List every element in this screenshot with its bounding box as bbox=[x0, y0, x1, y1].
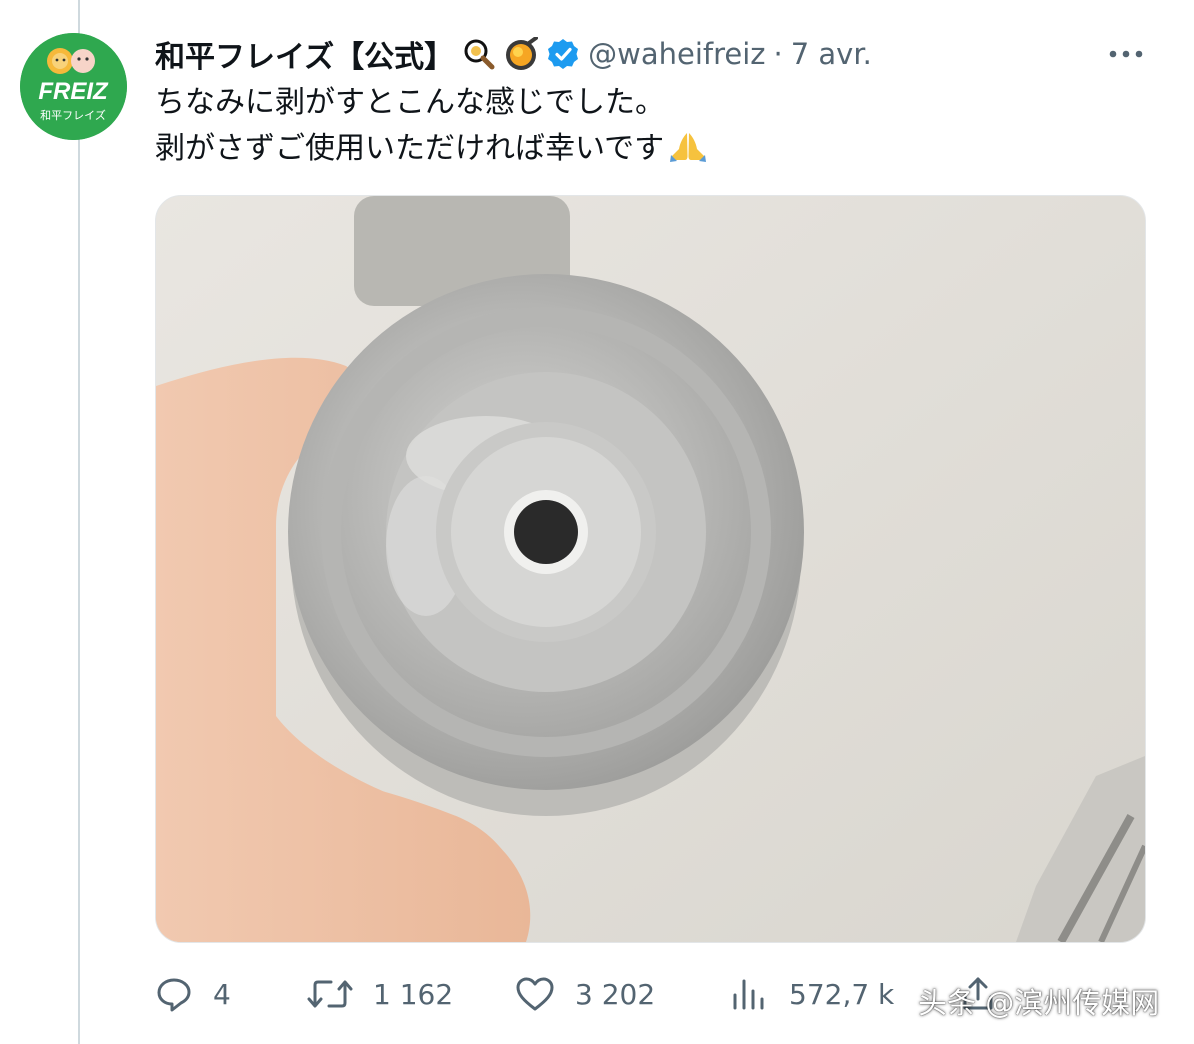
user-handle[interactable]: @waheifreiz bbox=[588, 37, 765, 71]
retweet-icon bbox=[307, 980, 353, 1008]
retweet-button[interactable]: 1 162 bbox=[307, 966, 453, 1022]
reply-count: 4 bbox=[213, 977, 231, 1011]
retweet-count: 1 162 bbox=[373, 977, 454, 1011]
avatar-sub-text: 和平フレイズ bbox=[40, 108, 106, 122]
avatar-logo-icon: FREIZ 和平フレイズ bbox=[20, 33, 127, 140]
avatar-logo-text: FREIZ bbox=[38, 78, 109, 105]
display-name[interactable]: 和平フレイズ【公式】 bbox=[155, 32, 454, 76]
photo-thermos-bottom-icon bbox=[156, 196, 1145, 942]
watermark-text: 头条 @滨州传媒网 bbox=[918, 986, 1160, 1020]
fried-egg-badge-icon bbox=[504, 37, 539, 71]
verified-icon bbox=[546, 37, 580, 71]
tweet-date[interactable]: 7 avr. bbox=[791, 37, 872, 71]
folded-hands-icon bbox=[668, 129, 708, 177]
thread-line bbox=[78, 0, 80, 1044]
views-button[interactable]: 572,7 k bbox=[729, 966, 894, 1022]
tweet-text-line: ちなみに剥がすとこんな感じでした。 bbox=[155, 80, 1145, 126]
tweet-header: 和平フレイズ【公式】 @waheifreiz · 7 avr. bbox=[155, 32, 872, 76]
like-button[interactable]: 3 202 bbox=[515, 966, 655, 1022]
like-count: 3 202 bbox=[575, 977, 656, 1011]
more-options-icon[interactable] bbox=[1104, 38, 1148, 70]
magnifier-badge-icon bbox=[462, 37, 496, 71]
tweet-text-line-2: 剥がさずご使用いただければ幸いです bbox=[155, 131, 665, 166]
avatar[interactable]: FREIZ 和平フレイズ bbox=[20, 33, 127, 140]
views-icon bbox=[733, 979, 764, 1010]
reply-icon bbox=[157, 978, 191, 1012]
tweet-text-line: 剥がさずご使用いただければ幸いです bbox=[155, 126, 1145, 177]
view-count: 572,7 k bbox=[789, 977, 895, 1011]
tweet-text: ちなみに剥がすとこんな感じでした。 剥がさずご使用いただければ幸いです bbox=[155, 80, 1145, 177]
header-separator: · bbox=[773, 37, 783, 71]
reply-button[interactable]: 4 bbox=[155, 966, 231, 1022]
tweet-media-image[interactable] bbox=[155, 195, 1146, 943]
tweet-text-line-1: ちなみに剥がすとこんな感じでした。 bbox=[155, 85, 665, 120]
heart-icon bbox=[516, 977, 554, 1011]
